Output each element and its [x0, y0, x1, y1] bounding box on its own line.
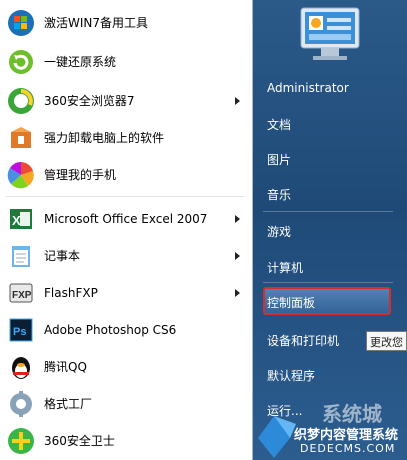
tooltip: 更改您 [366, 331, 407, 351]
menu-item-notepad[interactable]: 记事本 [0, 237, 252, 274]
menu-item-label: Microsoft Office Excel 2007 [44, 211, 208, 226]
phone-manager-icon [6, 160, 36, 190]
menu-item-label: 腾讯QQ [44, 360, 87, 374]
restore-icon [6, 47, 36, 77]
programs-pane: 激活WIN7备用工具 一键还原系统 360安全浏览器7 强力卸载电脑上的软件 管… [0, 0, 253, 460]
places-item-pictures[interactable]: 图片 [267, 151, 291, 168]
menu-item-phone-manager[interactable]: 管理我的手机 [0, 156, 252, 193]
places-item-control-panel[interactable]: 控制面板 [267, 294, 315, 311]
places-item-games[interactable]: 游戏 [267, 223, 291, 240]
places-item-music[interactable]: 音乐 [267, 186, 291, 203]
photoshop-icon: Ps [6, 315, 36, 345]
watermark-url: DEDECMS.COM [300, 442, 396, 455]
places-separator [263, 282, 393, 283]
menu-item-uninstall[interactable]: 强力卸载电脑上的软件 [0, 119, 252, 156]
360-safe-icon [6, 426, 36, 456]
submenu-arrow-icon [235, 96, 240, 105]
places-separator [263, 211, 393, 212]
menu-item-activate-win7[interactable]: 激活WIN7备用工具 [0, 4, 252, 41]
uninstall-box-icon [6, 123, 36, 153]
submenu-arrow-icon [235, 288, 240, 297]
menu-separator [6, 196, 244, 197]
places-item-devices-printers[interactable]: 设备和打印机 [267, 332, 339, 349]
menu-item-label: FlashFXP [44, 285, 98, 300]
menu-item-label: 360安全浏览器7 [44, 94, 135, 108]
notepad-icon [6, 241, 36, 271]
menu-item-360-browser[interactable]: 360安全浏览器7 [0, 82, 252, 119]
svg-text:FXP: FXP [12, 290, 32, 301]
menu-item-format-factory[interactable]: 格式工厂 [0, 385, 252, 422]
menu-item-label: Adobe Photoshop CS6 [44, 322, 177, 337]
menu-item-label: 360安全卫士 [44, 434, 115, 448]
qq-penguin-icon [6, 352, 36, 382]
places-item-computer[interactable]: 计算机 [267, 259, 303, 276]
places-item-documents[interactable]: 文档 [267, 116, 291, 133]
submenu-arrow-icon [235, 214, 240, 223]
menu-item-label: 激活WIN7备用工具 [44, 16, 149, 30]
watermark-site: 系统城 [322, 402, 382, 426]
watermark-text: 织梦内容管理系统 [294, 428, 399, 443]
places-item-administrator[interactable]: Administrator [267, 81, 349, 95]
win7-orb-icon [6, 8, 36, 38]
excel-icon: X [6, 204, 36, 234]
watermark: 系统城 织梦内容管理系统 DEDECMS.COM [256, 398, 407, 460]
menu-item-excel[interactable]: X Microsoft Office Excel 2007 [0, 200, 252, 237]
menu-item-label: 一键还原系统 [44, 55, 117, 69]
places-pane: Administrator 文档 图片 音乐 游戏 计算机 控制面板 设备和打印… [253, 0, 407, 460]
menu-item-restore[interactable]: 一键还原系统 [0, 43, 252, 80]
menu-item-qq[interactable]: 腾讯QQ [0, 348, 252, 385]
control-panel-monitor-icon [299, 6, 361, 62]
menu-item-label: 记事本 [44, 249, 81, 263]
submenu-arrow-icon [235, 251, 240, 260]
menu-item-360-safe[interactable]: 360安全卫士 [0, 422, 252, 459]
places-item-default-programs[interactable]: 默认程序 [267, 367, 315, 384]
360-browser-icon [6, 86, 36, 116]
menu-item-label: 格式工厂 [44, 397, 93, 411]
format-factory-icon [6, 389, 36, 419]
menu-item-label: 管理我的手机 [44, 168, 117, 182]
svg-text:X: X [12, 213, 21, 228]
menu-item-label: 强力卸载电脑上的软件 [44, 131, 165, 145]
flashfxp-icon: FXP [6, 278, 36, 308]
svg-text:Ps: Ps [13, 326, 26, 338]
menu-item-photoshop[interactable]: Ps Adobe Photoshop CS6 [0, 311, 252, 348]
menu-item-flashfxp[interactable]: FXP FlashFXP [0, 274, 252, 311]
